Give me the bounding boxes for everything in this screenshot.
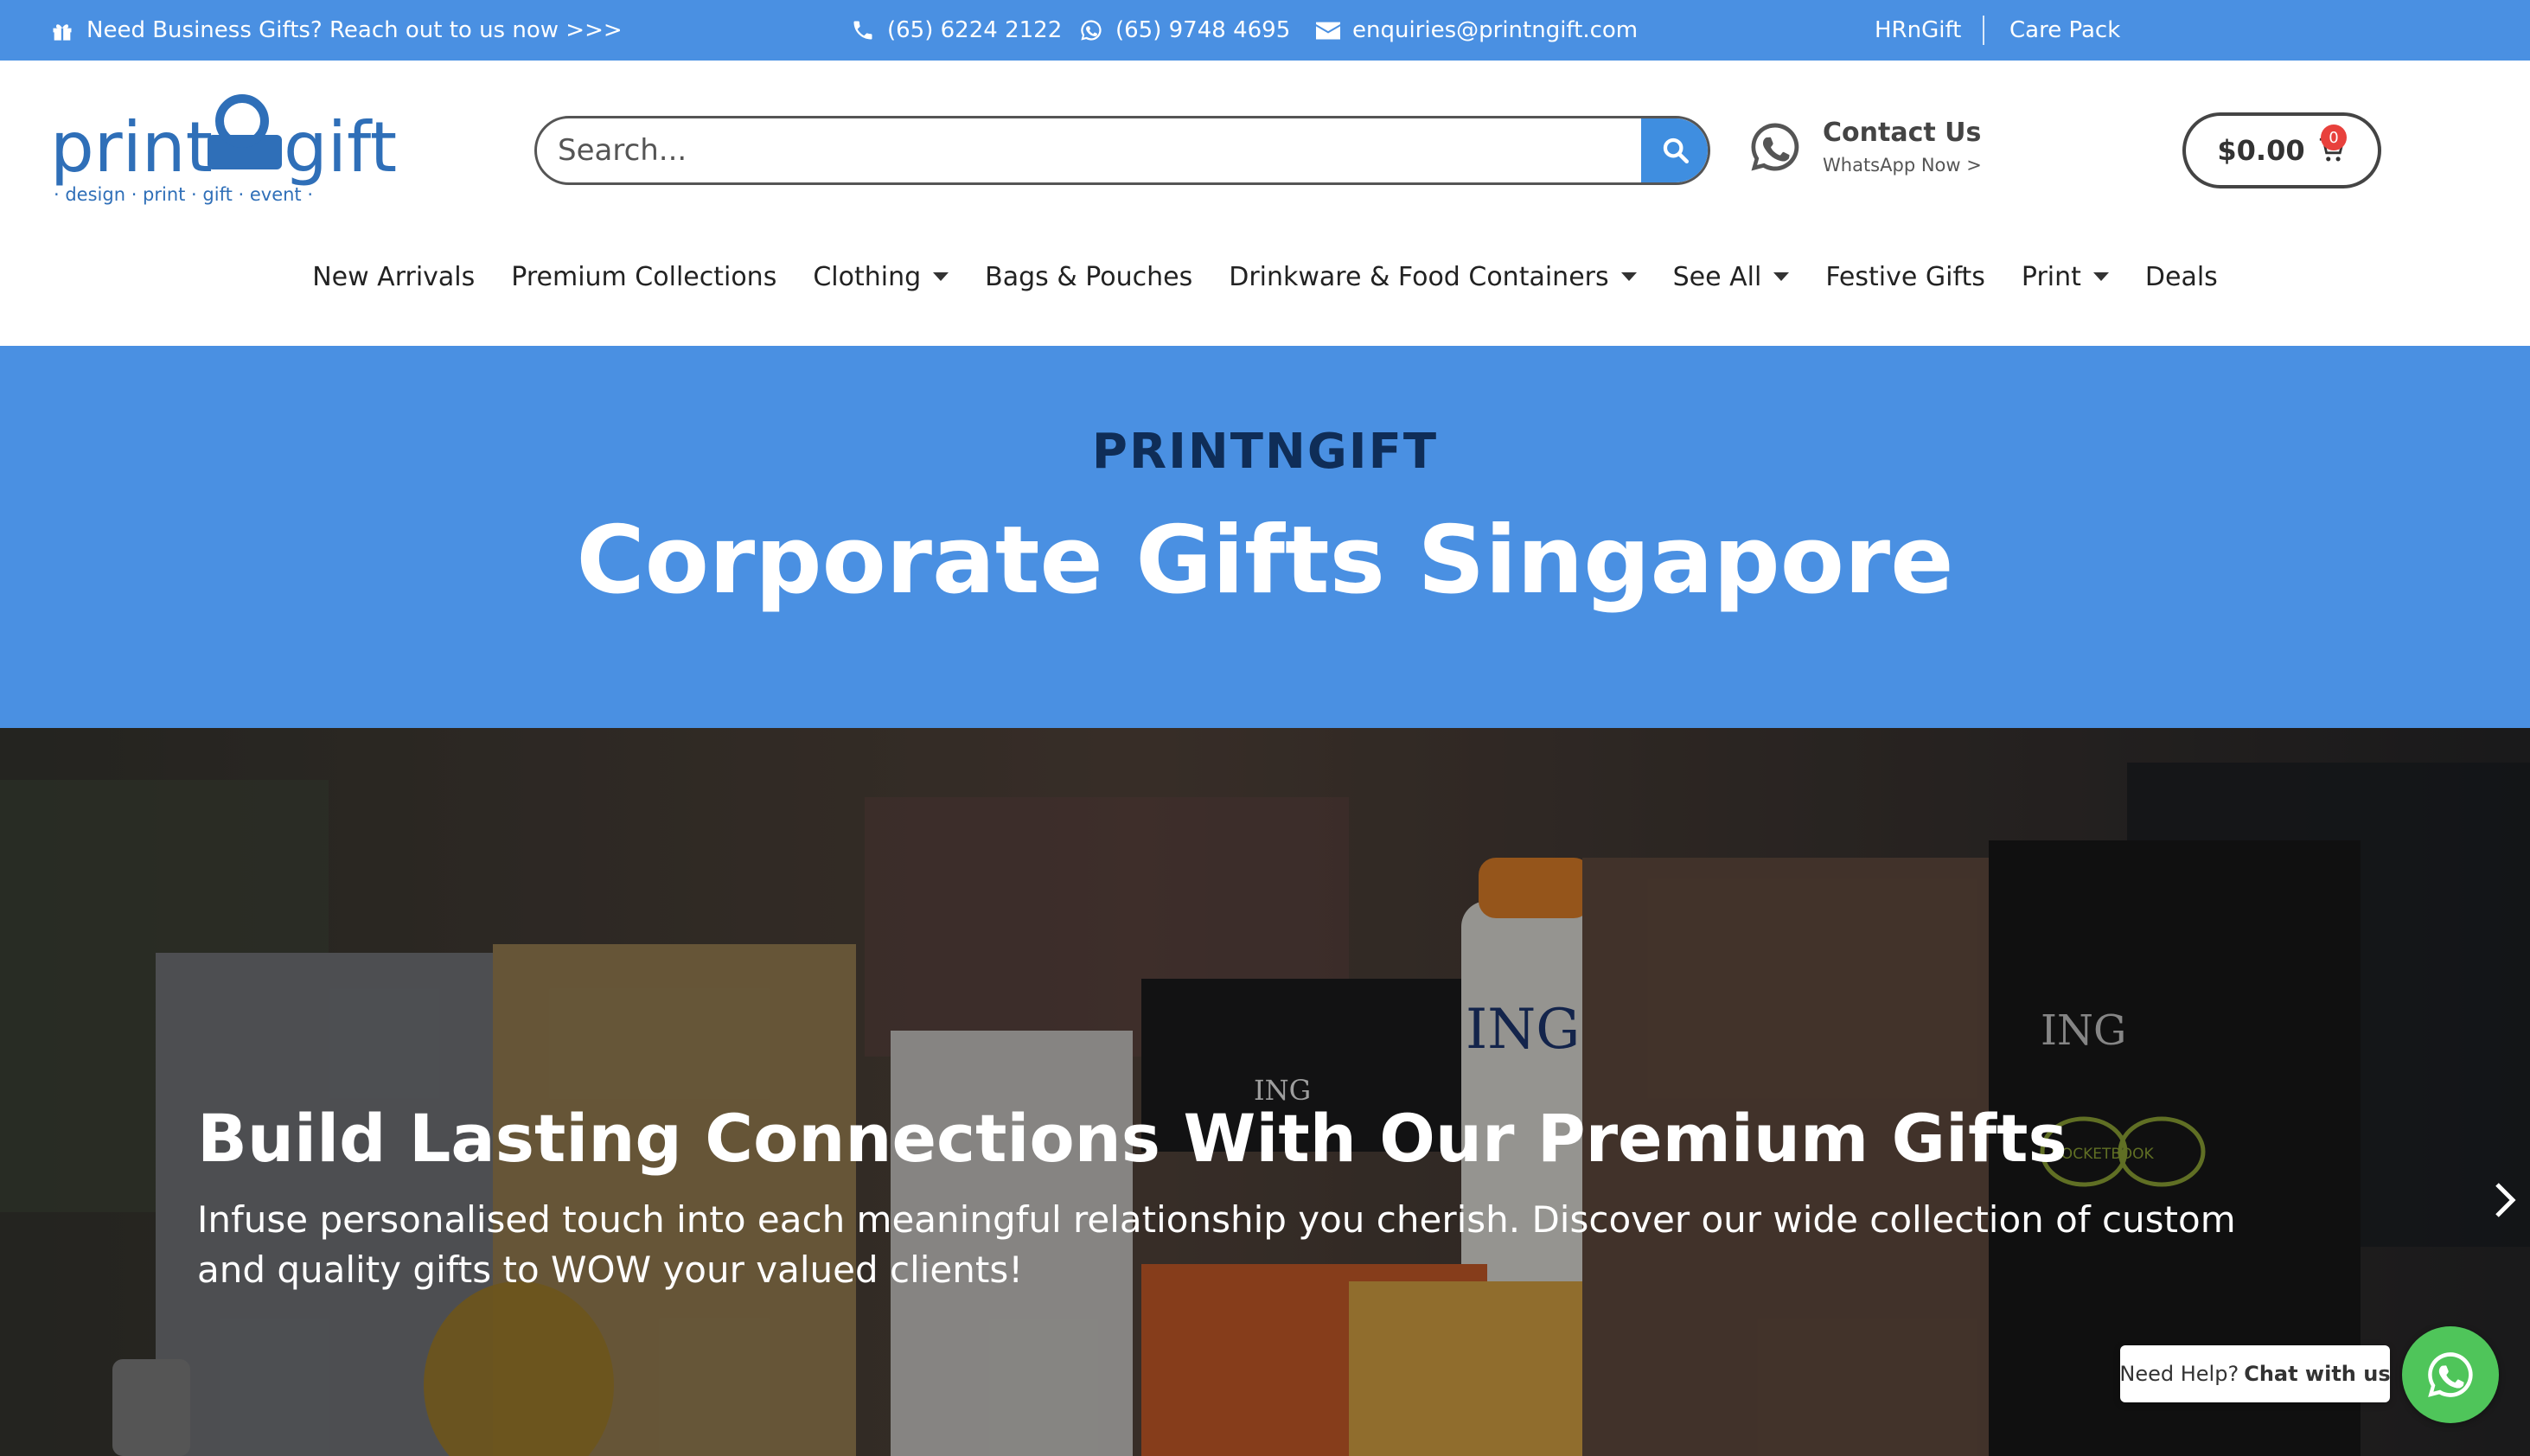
promo-text: Need Business Gifts? Reach out to us now… xyxy=(86,17,623,43)
chat-cta: Chat with us xyxy=(2244,1362,2391,1386)
gift-icon xyxy=(53,24,72,41)
whatsapp-icon xyxy=(1751,123,1799,170)
logo-gift-text: gift xyxy=(284,107,396,188)
search-input[interactable] xyxy=(537,118,1641,182)
envelope-icon xyxy=(1316,22,1340,40)
email-link[interactable]: enquiries@printngift.com xyxy=(1316,0,1638,61)
nav-print[interactable]: Print xyxy=(2022,262,2109,292)
cart-amount: $0.00 xyxy=(2217,134,2305,167)
topbar-divider xyxy=(1983,16,1984,45)
search-bar xyxy=(534,116,1710,185)
ampersand-icon xyxy=(208,94,282,169)
care-pack-link[interactable]: Care Pack xyxy=(2009,0,2120,61)
hrngift-link[interactable]: HRnGift xyxy=(1875,0,1961,61)
logo-print-text: print xyxy=(50,107,213,188)
search-button[interactable] xyxy=(1641,118,1708,182)
nav-label: Festive Gifts xyxy=(1825,261,1985,292)
main-nav: New Arrivals Premium Collections Clothin… xyxy=(0,244,2530,310)
whatsapp-icon xyxy=(1081,20,1102,41)
nav-label: Deals xyxy=(2144,261,2218,292)
contact-subtitle: WhatsApp Now > xyxy=(1823,155,1982,176)
logo[interactable]: print gift · design · print · gift · eve… xyxy=(50,88,397,209)
hero-title: Corporate Gifts Singapore xyxy=(576,507,1954,615)
nav-label: Bags & Pouches xyxy=(985,261,1193,292)
promo-link[interactable]: Need Business Gifts? Reach out to us now… xyxy=(50,0,623,61)
care-pack-label: Care Pack xyxy=(2009,17,2121,43)
nav-label: Drinkware & Food Containers xyxy=(1229,261,1609,292)
hero-section: PRINTNGIFT Corporate Gifts Singapore xyxy=(0,346,2530,728)
chevron-right-icon xyxy=(2495,1183,2516,1217)
banner-headline: Build Lasting Connections With Our Premi… xyxy=(197,1100,2067,1177)
caret-down-icon xyxy=(1620,272,1637,281)
nav-deals[interactable]: Deals xyxy=(2145,262,2218,292)
nav-label: See All xyxy=(1672,261,1762,292)
whatsapp-chat-button[interactable] xyxy=(2402,1326,2499,1423)
phone-icon xyxy=(853,21,872,40)
nav-label: Print xyxy=(2021,261,2081,292)
email-address: enquiries@printngift.com xyxy=(1352,17,1639,43)
banner-description: Infuse personalised touch into each mean… xyxy=(197,1198,2236,1291)
whatsapp-number: (65) 9748 4695 xyxy=(1115,17,1291,43)
chat-help-tooltip[interactable]: Need Help? Chat with us xyxy=(2119,1345,2391,1402)
contact-us[interactable]: Contact Us WhatsApp Now > xyxy=(1747,118,1982,176)
nav-label: New Arrivals xyxy=(312,261,476,292)
printngift-logo: print gift · design · print · gift · eve… xyxy=(50,94,397,205)
caret-down-icon xyxy=(1773,272,1790,281)
search-icon xyxy=(1663,137,1690,164)
nav-new-arrivals[interactable]: New Arrivals xyxy=(312,262,475,292)
cart-count-badge: 0 xyxy=(2321,125,2347,150)
nav-festive-gifts[interactable]: Festive Gifts xyxy=(1825,262,1985,292)
phone-number: (65) 6224 2122 xyxy=(887,17,1063,43)
nav-label: Premium Collections xyxy=(511,261,777,292)
caret-down-icon xyxy=(933,272,949,281)
slider-next-arrow[interactable] xyxy=(2494,1181,2518,1223)
caret-down-icon xyxy=(2092,272,2109,281)
nav-bags-pouches[interactable]: Bags & Pouches xyxy=(985,262,1192,292)
top-bar: Need Business Gifts? Reach out to us now… xyxy=(0,0,2530,61)
nav-clothing[interactable]: Clothing xyxy=(813,262,949,292)
logo-tagline: · design · print · gift · event · xyxy=(54,184,313,205)
phone-link[interactable]: (65) 6224 2122 xyxy=(851,0,1062,61)
whatsapp-icon xyxy=(2428,1352,2473,1397)
nav-label: Clothing xyxy=(813,261,922,292)
whatsapp-link[interactable]: (65) 9748 4695 xyxy=(1079,0,1290,61)
nav-see-all[interactable]: See All xyxy=(1673,262,1790,292)
nav-drinkware[interactable]: Drinkware & Food Containers xyxy=(1229,261,1637,292)
hero-brand: PRINTNGIFT xyxy=(1091,424,1439,480)
contact-title: Contact Us xyxy=(1823,118,1982,148)
hrngift-label: HRnGift xyxy=(1875,17,1962,43)
chat-prefix: Need Help? xyxy=(2119,1362,2239,1386)
cart-button[interactable]: $0.00 0 xyxy=(2182,112,2381,188)
nav-premium-collections[interactable]: Premium Collections xyxy=(511,262,776,292)
